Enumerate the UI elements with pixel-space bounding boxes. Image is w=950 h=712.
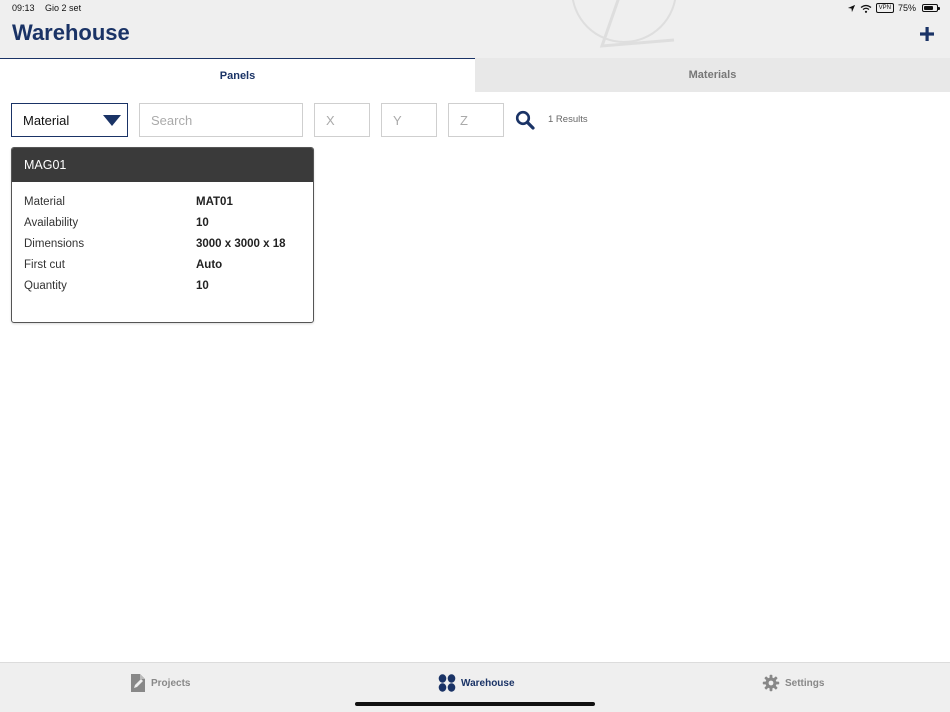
type-select[interactable]: Material bbox=[11, 103, 128, 137]
card-details: Material MAT01 Availability 10 Dimension… bbox=[12, 182, 313, 296]
card-row-availability: Availability 10 bbox=[24, 212, 301, 233]
type-select-value: Material bbox=[23, 112, 70, 128]
tab-materials[interactable]: Materials bbox=[475, 58, 950, 92]
tab-bar: Panels Materials bbox=[0, 58, 950, 92]
results-count: 1 Results bbox=[548, 114, 588, 125]
page-title: Warehouse bbox=[12, 20, 130, 45]
location-icon bbox=[847, 4, 855, 12]
card-key: Dimensions bbox=[24, 237, 85, 250]
card-row-dimensions: Dimensions 3000 x 3000 x 18 bbox=[24, 233, 301, 254]
card-key: First cut bbox=[24, 258, 65, 271]
search-icon[interactable] bbox=[515, 110, 535, 130]
card-row-first-cut: First cut Auto bbox=[24, 254, 301, 275]
nav-item-warehouse[interactable]: Warehouse bbox=[438, 673, 515, 693]
nav-label: Settings bbox=[785, 677, 825, 689]
battery-icon bbox=[922, 4, 940, 12]
document-edit-icon bbox=[131, 674, 145, 692]
card-value: MAT01 bbox=[196, 195, 233, 208]
tab-panels[interactable]: Panels bbox=[0, 58, 475, 92]
card-row-quantity: Quantity 10 bbox=[24, 275, 301, 296]
card-key: Quantity bbox=[24, 279, 67, 292]
status-time: 09:13 bbox=[12, 3, 35, 13]
status-date: Gio 2 set bbox=[45, 3, 82, 13]
nav-label: Warehouse bbox=[461, 677, 515, 689]
vpn-badge: VPN bbox=[875, 3, 894, 13]
status-bar: 09:13 Gio 2 set VPN 75% bbox=[0, 0, 950, 18]
z-input[interactable] bbox=[448, 103, 504, 137]
battery-percent: 75% bbox=[897, 3, 916, 13]
card-row-material: Material MAT01 bbox=[24, 191, 301, 212]
x-input[interactable] bbox=[314, 103, 370, 137]
nav-item-projects[interactable]: Projects bbox=[130, 673, 190, 693]
search-input[interactable] bbox=[139, 103, 303, 137]
card-value: 10 bbox=[196, 279, 209, 292]
home-indicator bbox=[355, 702, 595, 706]
caret-down-icon bbox=[103, 115, 121, 126]
card-title: MAG01 bbox=[12, 148, 313, 182]
card-value: 10 bbox=[196, 216, 209, 229]
four-dots-icon bbox=[438, 674, 456, 692]
panel-card[interactable]: MAG01 Material MAT01 Availability 10 Dim… bbox=[11, 147, 314, 323]
gear-icon bbox=[762, 674, 780, 692]
card-value: Auto bbox=[196, 258, 223, 271]
y-input[interactable] bbox=[381, 103, 437, 137]
nav-label: Projects bbox=[151, 677, 191, 689]
wifi-icon bbox=[860, 4, 872, 13]
card-key: Availability bbox=[24, 216, 79, 229]
nav-item-settings[interactable]: Settings bbox=[762, 673, 824, 693]
card-key: Material bbox=[24, 195, 65, 208]
card-value: 3000 x 3000 x 18 bbox=[196, 237, 286, 250]
plus-icon[interactable] bbox=[918, 24, 936, 44]
